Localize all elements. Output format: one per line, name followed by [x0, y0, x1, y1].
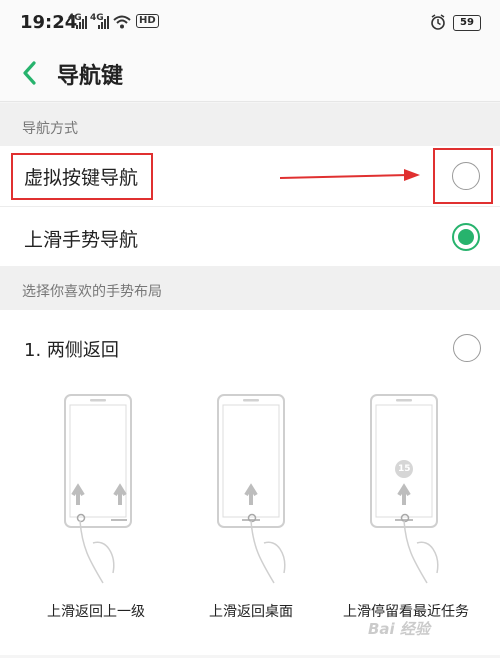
illustration-caption: 上滑返回桌面: [209, 604, 293, 620]
radio-button-selected[interactable]: [452, 223, 480, 251]
annotation-highlight-box: [433, 148, 493, 204]
phone-gesture-illustration: [64, 394, 132, 584]
battery-indicator: 59: [453, 15, 481, 31]
option-label: 1. 两侧返回: [24, 340, 119, 361]
radio-button[interactable]: [453, 334, 481, 362]
alarm-icon: [431, 14, 445, 30]
wifi-icon: [113, 15, 131, 29]
option-label: 上滑手势导航: [24, 229, 139, 251]
phone-gesture-illustration: [370, 394, 439, 584]
option-both-sides-back[interactable]: 1. 两侧返回: [0, 320, 500, 376]
hd-badge: HD: [136, 14, 159, 28]
annotation-highlight-box: [11, 153, 153, 200]
recent-tasks-badge: 15: [398, 464, 411, 474]
annotation-arrow-icon: [280, 169, 420, 181]
page-title: 导航键: [57, 64, 124, 89]
signal-icon: [76, 16, 87, 29]
app-header: 导航键: [0, 46, 500, 102]
signal-icon: [98, 16, 109, 29]
illustration-caption: 上滑返回上一级: [47, 604, 145, 620]
gesture-layout-section-label: 选择你喜欢的手势布局: [0, 266, 500, 310]
phone-gesture-illustration: [217, 394, 286, 584]
option-swipe-gestures[interactable]: 上滑手势导航: [0, 206, 500, 266]
watermark-text: Bai 经验: [368, 620, 430, 638]
back-arrow-icon[interactable]: [18, 58, 42, 88]
nav-mode-section-label: 导航方式: [0, 103, 500, 146]
status-bar: 19:24 4G 4G HD 59: [0, 0, 500, 46]
